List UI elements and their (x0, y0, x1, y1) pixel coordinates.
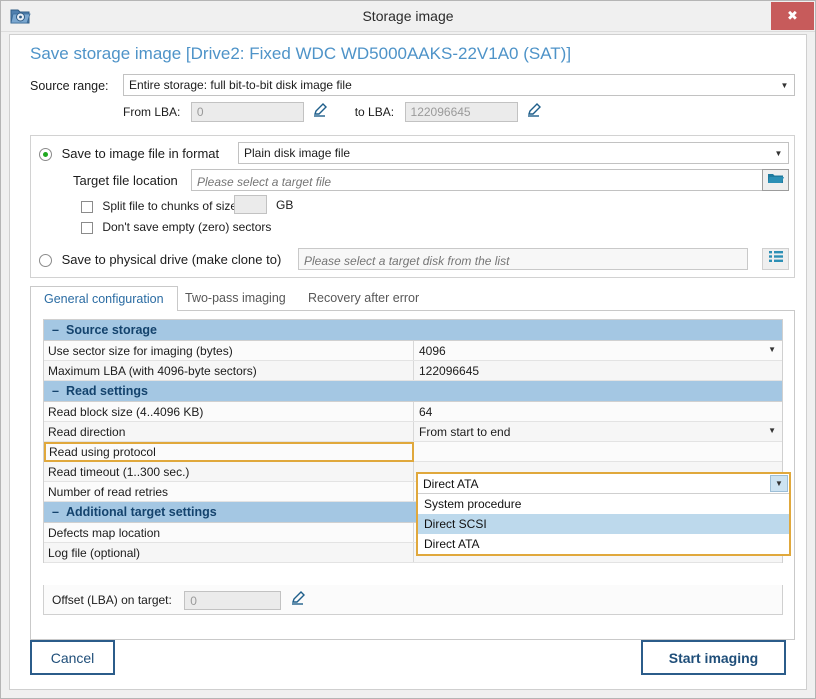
row-label-read-using-protocol: Read using protocol (44, 442, 414, 462)
row-value-sector-size-text: 4096 (419, 344, 446, 358)
radio-save-to-physical-drive[interactable]: Save to physical drive (make clone to) (39, 252, 281, 267)
table-row[interactable]: Read block size (4..4096 KB) 64 (44, 402, 782, 422)
row-label-defects-map-location: Defects map location (44, 523, 414, 542)
radio-indicator-drive (39, 254, 52, 267)
close-icon[interactable]: ✖ (771, 2, 814, 30)
row-label-read-block-size: Read block size (4..4096 KB) (44, 402, 414, 421)
group-header-read-settings-label: Read settings (66, 384, 148, 398)
checkbox-skip-empty-sectors[interactable]: Don't save empty (zero) sectors (81, 220, 271, 234)
offset-lba-input[interactable]: 0 (184, 591, 281, 610)
collapse-icon: – (52, 381, 66, 402)
table-row[interactable]: Maximum LBA (with 4096-byte sectors) 122… (44, 361, 782, 381)
row-label-read-direction: Read direction (44, 422, 414, 441)
image-format-value: Plain disk image file (244, 146, 350, 160)
split-size-input[interactable] (234, 195, 267, 214)
offset-lba-label: Offset (LBA) on target: (52, 593, 172, 607)
checkbox-skip-empty-sectors-label: Don't save empty (zero) sectors (102, 220, 271, 234)
row-value-read-using-protocol[interactable] (414, 442, 782, 461)
from-lba-input[interactable]: 0 (191, 102, 304, 122)
folder-open-icon (767, 171, 784, 190)
source-range-label: Source range: (30, 79, 109, 93)
target-file-input[interactable] (191, 169, 768, 191)
group-header-additional-target-settings-label: Additional target settings (66, 505, 217, 519)
read-using-protocol-dropdown[interactable]: Direct ATA ▼ System procedure Direct SCS… (416, 472, 791, 556)
table-row[interactable]: Read direction From start to end ▼ (44, 422, 782, 442)
row-value-maximum-lba: 122096645 (414, 361, 782, 380)
window-title: Storage image (1, 8, 815, 24)
group-header-source-storage[interactable]: –Source storage (44, 320, 782, 341)
checkbox-indicator-split (81, 201, 93, 213)
tab-strip: General configuration Two-pass imaging R… (30, 286, 795, 311)
destination-group: Save to image file in format Plain disk … (30, 135, 795, 278)
chevron-down-icon: ▼ (769, 143, 788, 163)
page-title: Save storage image [Drive2: Fixed WDC WD… (30, 44, 571, 64)
source-range-select[interactable]: Entire storage: full bit-to-bit disk ima… (123, 74, 795, 96)
from-lba-label: From LBA: (123, 105, 180, 119)
from-lba-pencil-icon[interactable] (308, 102, 334, 122)
checkbox-split-file[interactable]: Split file to chunks of size: (81, 199, 240, 213)
dropdown-option-direct-ata[interactable]: Direct ATA (418, 534, 789, 554)
radio-save-to-image-file[interactable]: Save to image file in format (39, 146, 219, 161)
radio-save-to-image-file-label: Save to image file in format (62, 146, 220, 161)
table-row-read-using-protocol[interactable]: Read using protocol (44, 442, 782, 462)
lba-range-row: From LBA: 0 to LBA: 122096645 (123, 102, 548, 124)
radio-save-to-physical-drive-label: Save to physical drive (make clone to) (62, 252, 282, 267)
chevron-down-icon: ▼ (768, 426, 776, 435)
tab-recovery-after-error[interactable]: Recovery after error (295, 286, 432, 311)
pick-target-disk-button[interactable] (762, 248, 789, 270)
chevron-down-icon[interactable]: ▼ (770, 475, 788, 492)
image-format-select[interactable]: Plain disk image file ▼ (238, 142, 789, 164)
table-row[interactable]: Use sector size for imaging (bytes) 4096… (44, 341, 782, 361)
row-label-log-file: Log file (optional) (44, 543, 414, 562)
checkbox-split-file-label: Split file to chunks of size: (102, 199, 240, 213)
cancel-button[interactable]: Cancel (30, 640, 115, 675)
dropdown-selected-value[interactable]: Direct ATA ▼ (418, 474, 789, 494)
row-value-read-direction[interactable]: From start to end ▼ (414, 422, 782, 441)
group-header-read-settings[interactable]: –Read settings (44, 381, 782, 402)
start-imaging-button[interactable]: Start imaging (641, 640, 786, 675)
list-icon (768, 250, 784, 268)
source-range-value: Entire storage: full bit-to-bit disk ima… (129, 78, 352, 92)
dropdown-selected-text: Direct ATA (423, 477, 479, 491)
dropdown-option-direct-scsi[interactable]: Direct SCSI (418, 514, 789, 534)
offset-lba-row: Offset (LBA) on target: 0 (43, 585, 783, 615)
target-disk-input[interactable] (298, 248, 748, 270)
row-value-read-direction-text: From start to end (419, 425, 510, 439)
title-bar: Storage image ✖ (1, 1, 815, 32)
collapse-icon: – (52, 320, 66, 341)
to-lba-label: to LBA: (355, 105, 394, 119)
tab-general-configuration[interactable]: General configuration (30, 286, 178, 312)
chevron-down-icon: ▼ (775, 75, 794, 95)
offset-lba-pencil-icon[interactable] (286, 590, 312, 610)
storage-image-dialog: Storage image ✖ Save storage image [Driv… (0, 0, 816, 699)
row-value-sector-size[interactable]: 4096 ▼ (414, 341, 782, 360)
radio-indicator-file (39, 148, 52, 161)
split-size-unit: GB (276, 198, 293, 212)
checkbox-indicator-empty (81, 222, 93, 234)
row-label-sector-size: Use sector size for imaging (bytes) (44, 341, 414, 360)
collapse-icon: – (52, 502, 66, 523)
to-lba-pencil-icon[interactable] (522, 102, 548, 122)
tab-two-pass-imaging[interactable]: Two-pass imaging (172, 286, 299, 311)
target-file-label: Target file location (73, 173, 178, 188)
group-header-source-storage-label: Source storage (66, 323, 157, 337)
row-label-read-retries: Number of read retries (44, 482, 414, 501)
browse-target-file-button[interactable] (762, 169, 789, 191)
row-label-maximum-lba: Maximum LBA (with 4096-byte sectors) (44, 361, 414, 380)
row-value-read-block-size[interactable]: 64 (414, 402, 782, 421)
dialog-body: Save storage image [Drive2: Fixed WDC WD… (9, 34, 807, 690)
dropdown-option-system-procedure[interactable]: System procedure (418, 494, 789, 514)
to-lba-input[interactable]: 122096645 (405, 102, 518, 122)
chevron-down-icon: ▼ (768, 345, 776, 354)
row-label-read-timeout: Read timeout (1..300 sec.) (44, 462, 414, 481)
